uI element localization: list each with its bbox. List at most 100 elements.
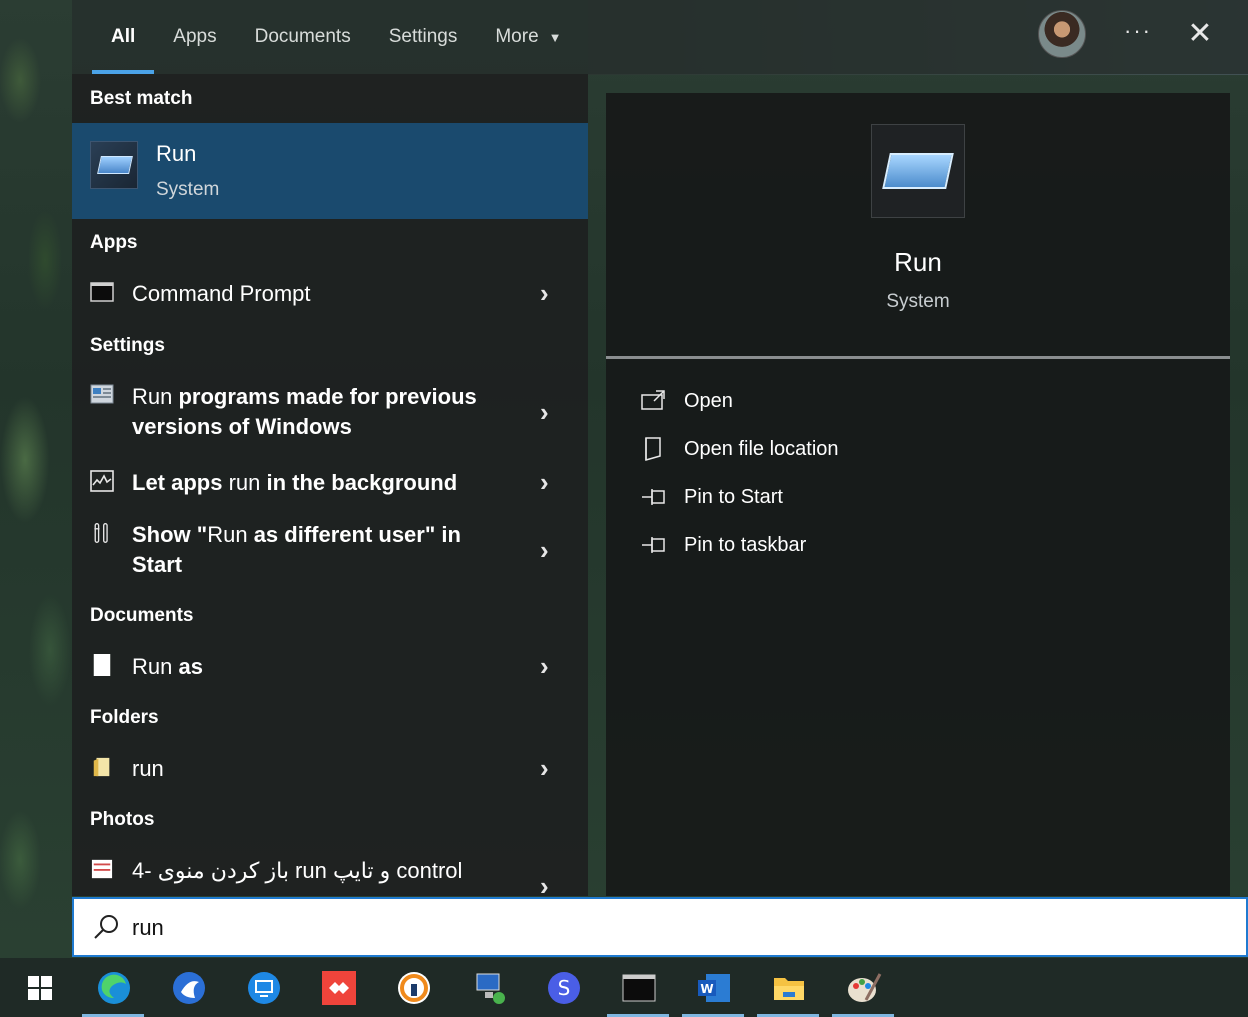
preview-pane: Run System Open Open file location Pin t… [606, 93, 1230, 896]
list-item[interactable]: run › [72, 744, 588, 794]
word-icon: W [698, 974, 730, 1002]
taskbar-app-s[interactable]: S [532, 958, 594, 1017]
chevron-right-icon[interactable]: › [540, 469, 560, 495]
pre-text: Let apps [132, 470, 229, 495]
paint-icon [848, 973, 882, 1002]
group-title-photos: Photos [90, 809, 155, 830]
run-icon [90, 141, 138, 189]
taskbar-remote-desktop[interactable] [232, 958, 294, 1017]
file-location-icon [645, 437, 661, 461]
post-text: in the background [260, 470, 458, 495]
taskbar-app[interactable] [157, 958, 219, 1017]
best-match-name: Run [156, 141, 197, 166]
chevron-down-icon: ▼ [548, 29, 562, 45]
search-icon [94, 915, 118, 939]
rest-text: as [172, 654, 203, 679]
chevron-right-icon[interactable]: › [540, 755, 560, 781]
pin-to-taskbar-action[interactable]: Pin to taskbar [640, 532, 1040, 562]
best-match-type: System [156, 179, 220, 200]
tab-apps-label: Apps [173, 26, 217, 47]
list-item[interactable]: Run programs made for previous versions … [72, 372, 588, 452]
app-s-icon: S [548, 972, 580, 1004]
chevron-right-icon[interactable]: › [540, 537, 560, 563]
chevron-right-icon[interactable]: › [540, 399, 560, 425]
open-label: Open [684, 390, 733, 412]
match-text: Run [132, 654, 173, 679]
scope-tabs: All Apps Documents Settings More ▼ [92, 0, 581, 74]
search-panel: All Apps Documents Settings More ▼ ··· ✕ … [72, 0, 1248, 958]
pin-to-taskbar-label: Pin to taskbar [684, 534, 807, 556]
pin-icon [642, 489, 665, 505]
search-header: All Apps Documents Settings More ▼ ··· ✕ [72, 0, 1248, 74]
tab-settings-label: Settings [388, 26, 458, 47]
tab-documents[interactable]: Documents [236, 0, 370, 74]
remote-desktop-icon [248, 972, 280, 1004]
svg-text:S: S [558, 976, 571, 1000]
taskbar-vpn[interactable] [382, 958, 444, 1017]
tab-documents-label: Documents [254, 26, 351, 47]
group-title-documents: Documents [90, 605, 194, 626]
taskbar-edge[interactable] [82, 958, 144, 1017]
tab-settings[interactable]: Settings [370, 0, 477, 74]
group-title-apps: Apps [90, 232, 138, 253]
list-item-label: Let apps run in the background [132, 468, 512, 498]
open-file-location-action[interactable]: Open file location [640, 436, 1040, 466]
rest-text: programs made for previous versions of W… [132, 384, 477, 439]
taskbar-terminal[interactable] [607, 958, 669, 1017]
preview-title: Run [894, 247, 942, 277]
start-icon [28, 976, 52, 1000]
taskbar-network[interactable] [457, 958, 519, 1017]
match-text: Run [207, 522, 248, 547]
taskbar-paint[interactable] [832, 958, 894, 1017]
list-item-label: run [132, 756, 164, 781]
list-item-label: Run programs made for previous versions … [132, 382, 512, 442]
close-icon[interactable]: ✕ [1182, 16, 1218, 52]
list-item[interactable]: Show "Run as different user" in Start › [72, 514, 588, 584]
document-icon [93, 654, 111, 676]
list-item[interactable]: 4- باز کردن منوی run و تایپ control › [72, 846, 588, 896]
command-prompt-icon [90, 282, 114, 302]
taskbar-anydesk[interactable] [307, 958, 369, 1017]
tab-more[interactable]: More ▼ [476, 0, 580, 74]
avatar[interactable] [1038, 10, 1086, 58]
ellipsis-icon[interactable]: ··· [1118, 18, 1158, 52]
background-apps-icon [90, 470, 114, 492]
file-explorer-icon [774, 978, 804, 1000]
search-box[interactable] [72, 897, 1248, 957]
list-item-label: Show "Run as different user" in Start [132, 520, 512, 580]
open-action[interactable]: Open [640, 388, 1040, 418]
tab-all[interactable]: All [92, 0, 155, 74]
list-item[interactable]: Let apps run in the background › [72, 458, 588, 508]
vpn-icon [398, 972, 430, 1004]
best-match-item[interactable]: Run System [72, 123, 588, 219]
terminal-icon [622, 974, 656, 1002]
list-item-label: 4- باز کردن منوی run و تایپ control [132, 858, 463, 883]
list-item-label: Command Prompt [132, 281, 311, 306]
tools-icon [94, 523, 108, 543]
open-icon [641, 390, 665, 410]
chevron-right-icon[interactable]: › [540, 280, 560, 306]
anydesk-icon [322, 971, 356, 1005]
taskbar-word[interactable]: W [682, 958, 744, 1017]
pre-text: Show " [132, 522, 208, 547]
open-file-location-label: Open file location [684, 438, 839, 460]
tab-apps[interactable]: Apps [154, 0, 235, 74]
pin-to-start-action[interactable]: Pin to Start [640, 484, 1040, 514]
list-item[interactable]: Command Prompt › [72, 269, 588, 319]
chevron-right-icon[interactable]: › [540, 873, 560, 896]
search-input[interactable] [132, 913, 1032, 943]
edge-icon [98, 972, 130, 1004]
results-list: Best match Run System Apps Command Promp… [72, 74, 588, 896]
list-item[interactable]: Run as › [72, 642, 588, 692]
divider [606, 356, 1230, 359]
chevron-right-icon[interactable]: › [540, 653, 560, 679]
folder-icon [93, 757, 110, 777]
start-button[interactable] [8, 958, 70, 1017]
group-title-best-match: Best match [90, 88, 193, 109]
list-item-label: Run as [132, 652, 512, 682]
match-text: Run [132, 384, 173, 409]
preview-subtitle: System [886, 291, 950, 312]
network-icon [476, 973, 505, 1004]
pin-to-start-label: Pin to Start [684, 486, 783, 508]
taskbar-file-explorer[interactable] [757, 958, 819, 1017]
